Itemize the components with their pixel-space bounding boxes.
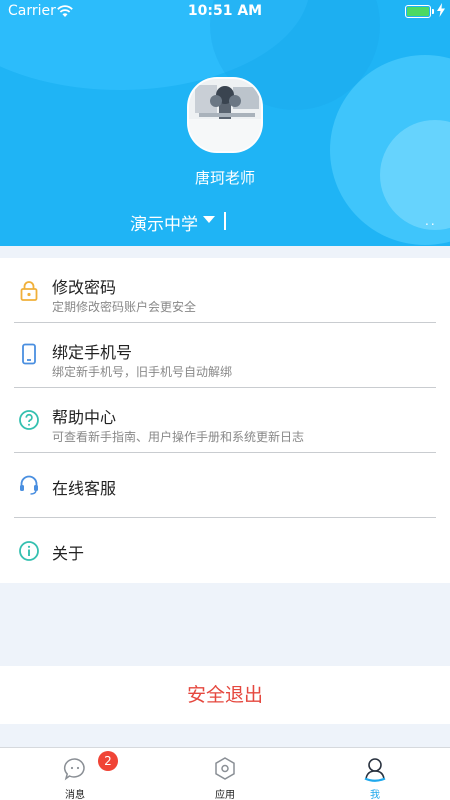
caret-down-icon[interactable] (203, 216, 215, 223)
tab-apps[interactable]: 应用 (165, 748, 285, 800)
tab-label: 我 (370, 790, 380, 800)
headset-icon (20, 475, 38, 495)
logout-button[interactable]: 安全退出 (0, 666, 450, 724)
battery-icon (405, 5, 431, 18)
tab-me[interactable]: 我 (315, 748, 435, 800)
menu-subtitle: 定期修改密码账户会更安全 (52, 300, 197, 314)
school-selector[interactable]: 演示中学 (130, 210, 198, 235)
avatar[interactable] (187, 77, 263, 153)
user-name: 唐珂老师 (194, 169, 255, 187)
unread-badge: 2 (98, 751, 118, 771)
menu-title: 绑定手机号 (52, 343, 133, 362)
profile-header: Carrier 10:51 AM 唐珂老师 演示中学 .. (0, 0, 450, 246)
menu-title: 修改密码 (52, 278, 117, 297)
menu-title: 关于 (52, 544, 85, 563)
tab-messages[interactable]: 2 消息 (15, 748, 135, 800)
menu-item-bind-phone[interactable]: 绑定手机号 绑定新手机号，旧手机号自动解绑 (0, 323, 450, 388)
avatar-image (189, 79, 261, 151)
profile-page: Carrier 10:51 AM 唐珂老师 演示中学 .. 修改密码 定期修改密… (0, 0, 450, 800)
more-dots[interactable]: .. (425, 214, 437, 228)
chat-bubble-icon (63, 758, 85, 781)
menu-item-about[interactable]: 关于 (0, 518, 450, 583)
menu-subtitle: 可查看新手指南、用户操作手册和系统更新日志 (52, 430, 305, 444)
menu-item-help-center[interactable]: 帮助中心 可查看新手指南、用户操作手册和系统更新日志 (0, 388, 450, 453)
battery-tip (432, 9, 434, 14)
lock-icon (20, 281, 38, 301)
phone-icon (22, 343, 36, 365)
settings-menu: 修改密码 定期修改密码账户会更安全 绑定手机号 绑定新手机号，旧手机号自动解绑 … (0, 258, 450, 583)
help-icon (19, 410, 39, 430)
charging-icon (437, 3, 445, 17)
menu-item-online-service[interactable]: 在线客服 (0, 453, 450, 518)
menu-subtitle: 绑定新手机号，旧手机号自动解绑 (52, 365, 233, 379)
menu-title: 在线客服 (52, 479, 117, 498)
info-icon (19, 541, 39, 561)
hexagon-icon (215, 757, 235, 780)
tab-bar: 2 消息 应用 我 (0, 747, 450, 800)
menu-item-change-password[interactable]: 修改密码 定期修改密码账户会更安全 (0, 258, 450, 323)
menu-title: 帮助中心 (52, 408, 117, 427)
clock: 10:51 AM (187, 3, 263, 19)
user-icon (364, 758, 386, 782)
school-divider (224, 212, 226, 230)
status-bar: Carrier 10:51 AM (0, 0, 450, 24)
tab-label: 应用 (215, 790, 235, 800)
tab-label: 消息 (65, 790, 85, 800)
